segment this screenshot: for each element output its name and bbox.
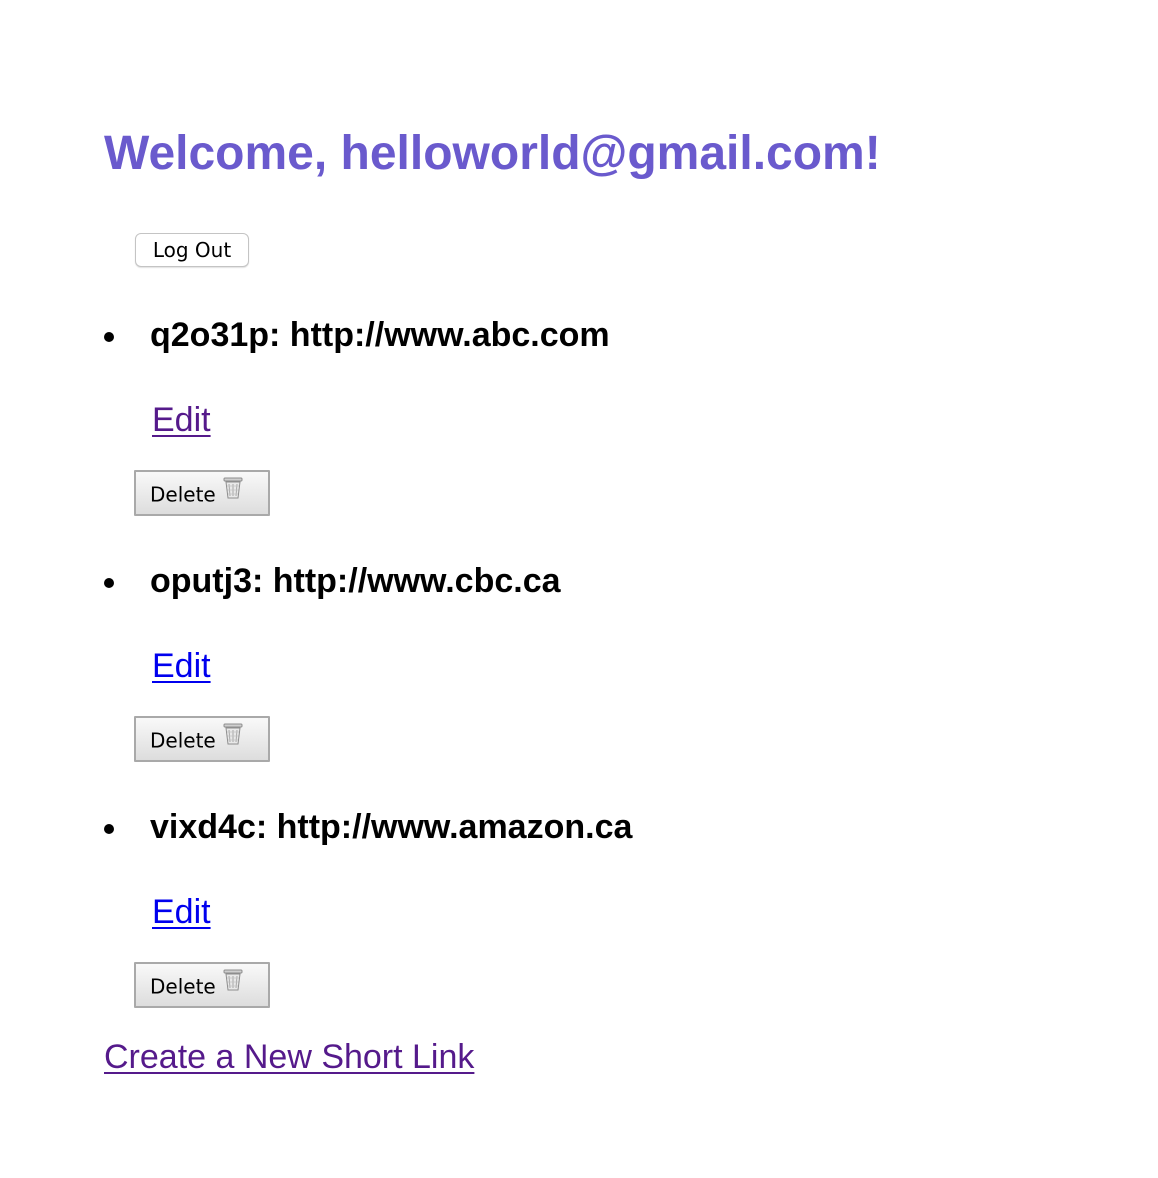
create-short-link[interactable]: Create a New Short Link xyxy=(104,1037,474,1077)
page: Welcome, helloworld@gmail.com! Log Out q… xyxy=(0,0,1158,1178)
short-link-text: vixd4c: http://www.amazon.ca xyxy=(150,808,633,846)
delete-button[interactable]: Delete xyxy=(134,470,270,516)
logout-button[interactable]: Log Out xyxy=(135,233,249,267)
welcome-heading: Welcome, helloworld@gmail.com! xyxy=(104,127,881,180)
short-link-text: oputj3: http://www.cbc.ca xyxy=(150,562,561,600)
trash-icon xyxy=(222,472,244,514)
edit-link[interactable]: Edit xyxy=(152,892,211,932)
short-link-text: q2o31p: http://www.abc.com xyxy=(150,316,610,354)
delete-button[interactable]: Delete xyxy=(134,716,270,762)
edit-link[interactable]: Edit xyxy=(152,646,211,686)
bullet-icon xyxy=(104,578,114,588)
trash-icon xyxy=(222,718,244,760)
trash-icon xyxy=(222,964,244,1006)
bullet-icon xyxy=(104,332,114,342)
edit-link[interactable]: Edit xyxy=(152,400,211,440)
bullet-icon xyxy=(104,824,114,834)
delete-label: Delete xyxy=(150,728,216,753)
delete-label: Delete xyxy=(150,482,216,507)
delete-label: Delete xyxy=(150,974,216,999)
delete-button[interactable]: Delete xyxy=(134,962,270,1008)
